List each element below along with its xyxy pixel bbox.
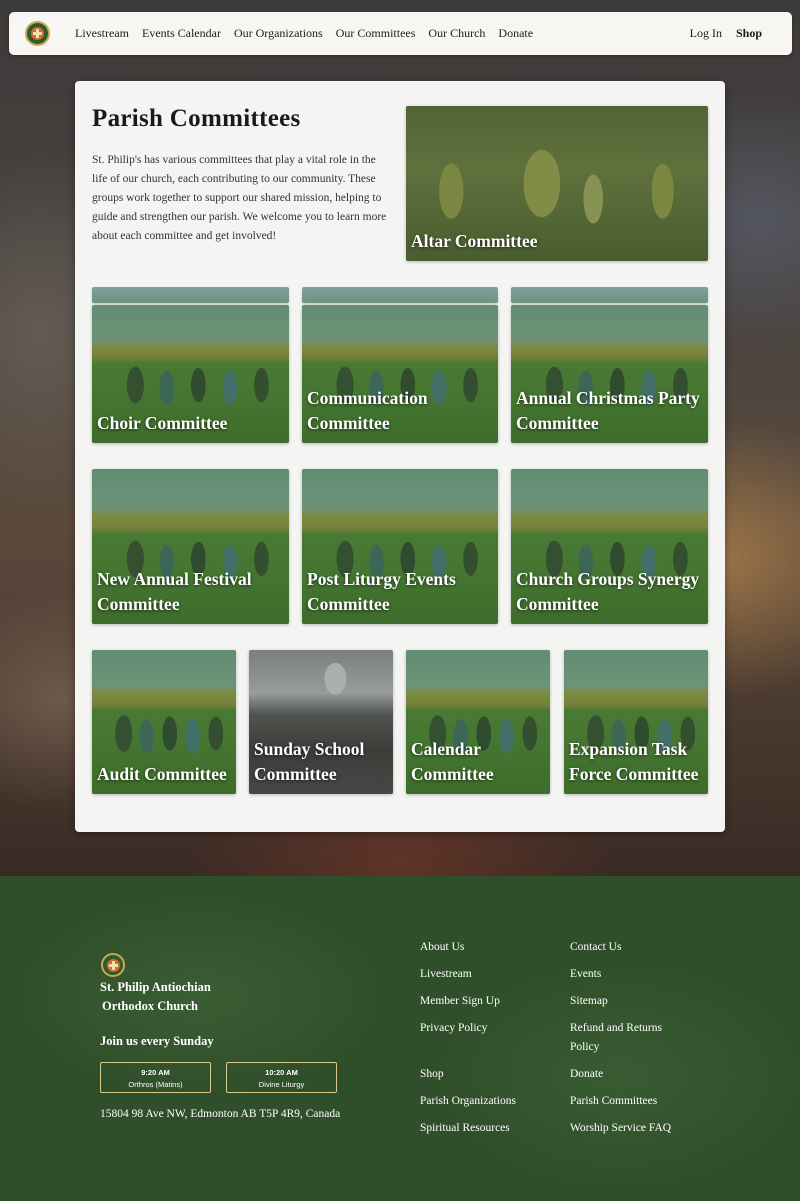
footer-link-parish-committees[interactable]: Parish Committees [570,1092,657,1111]
church-logo-icon[interactable] [25,21,50,46]
committee-label: Church Groups Synergy Committee [516,569,700,614]
footer-link-member-sign-up[interactable]: Member Sign Up [420,992,500,1011]
committee-tile-choir[interactable]: Choir Committee [92,305,289,443]
footer-link-parish-organizations[interactable]: Parish Organizations [420,1092,516,1111]
footer-church-name: St. Philip Antiochian Orthodox Church [100,980,211,1013]
service-box-liturgy: 10:20 AM Divine Liturgy [226,1062,337,1093]
committee-tile-expansion[interactable]: Expansion Task Force Committee [564,650,708,794]
committee-label: Sunday School Committee [254,739,365,784]
committee-tile-christmas[interactable]: Annual Christmas Party Committee [511,305,708,443]
nav-link-our-organizations[interactable]: Our Organizations [234,26,323,41]
committee-tile-festival[interactable]: New Annual Festival Committee [92,469,289,624]
footer-link-contact-us[interactable]: Contact Us [570,938,621,957]
committee-label: New Annual Festival Committee [97,569,252,614]
committee-label: Annual Christmas Party Committee [516,388,700,433]
footer-link-refund-returns[interactable]: Refund and Returns Policy [570,1019,680,1057]
committee-tile-communication[interactable]: Communication Committee [302,305,498,443]
committee-label: Communication Committee [307,388,428,433]
committee-tile-calendar[interactable]: Calendar Committee [406,650,550,794]
footer-link-shop[interactable]: Shop [420,1065,444,1084]
tile-top-strip [511,287,708,303]
committee-tile-synergy[interactable]: Church Groups Synergy Committee [511,469,708,624]
footer-logo-icon[interactable] [101,953,125,977]
site-footer: St. Philip Antiochian Orthodox Church Jo… [0,876,800,1201]
service-box-orthros: 9:20 AM Orthros (Matins) [100,1062,211,1093]
footer-link-worship-faq[interactable]: Worship Service FAQ [570,1119,671,1138]
committee-tile-sunday-school[interactable]: Sunday School Committee [249,650,393,794]
footer-link-events[interactable]: Events [570,965,601,984]
nav-link-our-church[interactable]: Our Church [428,26,485,41]
page-title: Parish Committees [92,105,301,132]
nav-link-events-calendar[interactable]: Events Calendar [142,26,221,41]
footer-link-sitemap[interactable]: Sitemap [570,992,608,1011]
nav-link-donate[interactable]: Donate [498,26,533,41]
committee-label: Altar Committee [411,231,538,251]
nav-right: Log In Shop [676,12,762,55]
nav-links: Livestream Events Calendar Our Organizat… [75,12,546,55]
committee-label: Audit Committee [97,764,227,784]
committee-label: Expansion Task Force Committee [569,739,699,784]
intro-paragraph: St. Philip's has various committees that… [92,154,387,242]
footer-link-about-us[interactable]: About Us [420,938,464,957]
nav-link-our-committees[interactable]: Our Committees [336,26,416,41]
nav-link-livestream[interactable]: Livestream [75,26,129,41]
committee-tile-post-liturgy[interactable]: Post Liturgy Events Committee [302,469,498,624]
footer-address: 15804 98 Ave NW, Edmonton AB T5P 4R9, Ca… [100,1108,341,1120]
committee-label: Calendar Committee [411,739,494,784]
footer-link-livestream[interactable]: Livestream [420,965,472,984]
committee-label: Post Liturgy Events Committee [307,569,456,614]
footer-link-donate[interactable]: Donate [570,1065,603,1084]
committees-card: Parish Committees St. Philip's has vario… [75,81,725,832]
footer-link-spiritual-resources[interactable]: Spiritual Resources [420,1119,510,1138]
footer-link-privacy-policy[interactable]: Privacy Policy [420,1019,487,1038]
shop-link[interactable]: Shop [736,26,762,41]
committee-tile-audit[interactable]: Audit Committee [92,650,236,794]
tile-top-strip [302,287,498,303]
login-link[interactable]: Log In [690,26,722,41]
top-navigation-bar: Livestream Events Calendar Our Organizat… [9,12,792,55]
committee-tile-altar[interactable]: Altar Committee [406,106,708,261]
committee-label: Choir Committee [97,413,228,433]
tile-top-strip [92,287,289,303]
footer-join-heading: Join us every Sunday [100,1034,214,1048]
